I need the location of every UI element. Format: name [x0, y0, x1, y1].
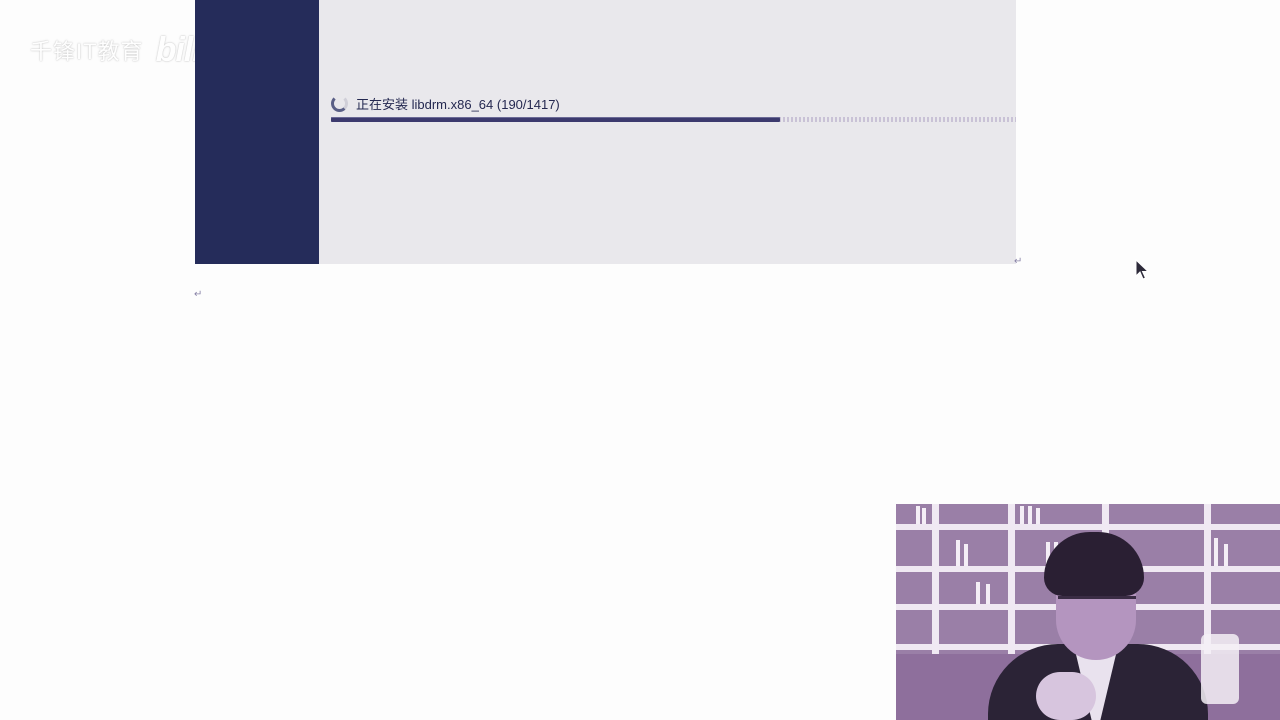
loading-spinner-icon	[331, 94, 348, 112]
shelf-post	[1008, 504, 1015, 654]
install-progress-fill	[331, 117, 780, 122]
watermark-text: 千锋IT教育	[30, 39, 144, 64]
presenter-hand	[1036, 672, 1096, 720]
install-progress-bar	[331, 117, 1016, 122]
book	[986, 584, 990, 604]
book	[922, 508, 926, 524]
installer-window: 正在安装 libdrm.x86_64 (190/1417)	[195, 0, 1016, 264]
book	[964, 544, 968, 566]
book	[956, 540, 960, 566]
paragraph-mark: ↵	[194, 289, 203, 300]
book	[976, 582, 980, 604]
presenter-webcam	[896, 504, 1280, 720]
book	[1214, 538, 1218, 566]
installer-content: 正在安装 libdrm.x86_64 (190/1417)	[319, 0, 1016, 264]
book	[916, 506, 920, 524]
install-status-row: 正在安装 libdrm.x86_64 (190/1417)	[331, 92, 560, 114]
book	[1224, 544, 1228, 566]
glass-object	[1201, 634, 1239, 704]
shelf-post	[932, 504, 939, 654]
shelf	[896, 524, 1280, 530]
paragraph-mark: ↵	[1014, 256, 1023, 267]
install-status-text: 正在安装 libdrm.x86_64 (190/1417)	[356, 96, 560, 112]
shelf-post	[1204, 504, 1211, 654]
book	[1036, 508, 1040, 524]
book	[1028, 506, 1032, 524]
mouse-pointer-icon	[1135, 259, 1149, 280]
book	[1020, 506, 1024, 524]
presenter-glasses	[1058, 596, 1136, 611]
installer-sidebar	[195, 0, 319, 264]
